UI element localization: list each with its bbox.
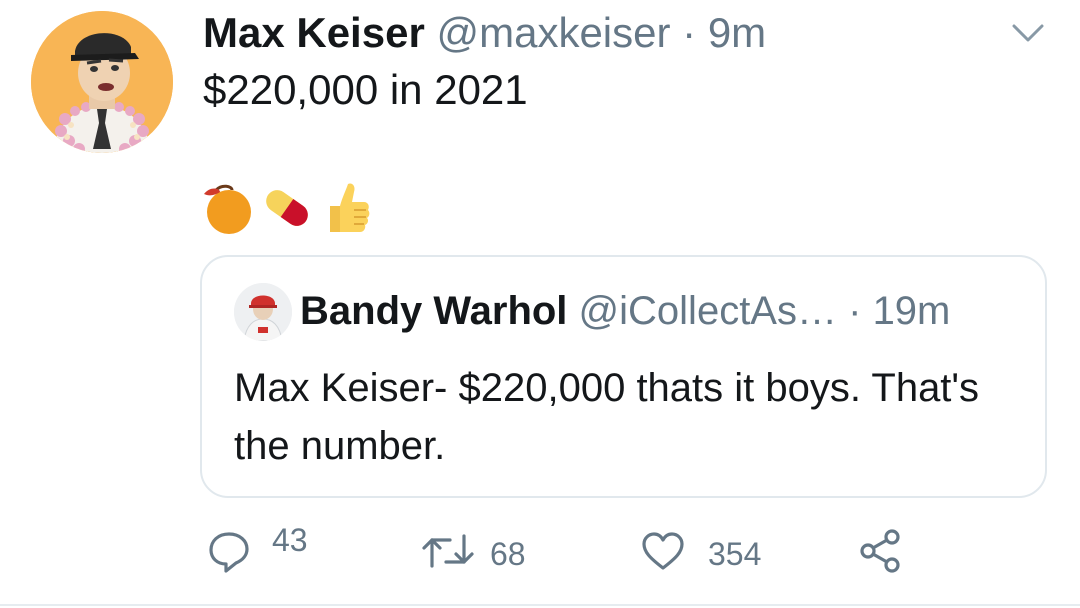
retweet-count: 68 [490, 536, 526, 572]
heart-icon [642, 532, 684, 570]
quote-text: Max Keiser- $220,000 thats it boys. That… [234, 366, 980, 468]
orange-emoji [204, 184, 251, 234]
thumbs-up-emoji [330, 183, 370, 232]
author-handle[interactable]: @maxkeiser [436, 9, 670, 56]
tweet-header: Max Keiser @maxkeiser · 9m [203, 8, 766, 58]
reply-count: 43 [272, 522, 308, 558]
quote-header: Bandy Warhol @iCollectAs… · 19m [300, 287, 950, 335]
like-count: 354 [708, 536, 762, 572]
quote-author-name[interactable]: Bandy Warhol [300, 289, 567, 333]
author-name[interactable]: Max Keiser [203, 9, 425, 56]
tweet[interactable]: Max Keiser @maxkeiser · 9m $220,000 in 2… [0, 0, 1080, 608]
chevron-down-icon [1012, 24, 1044, 42]
share-button[interactable] [858, 528, 908, 580]
author-avatar[interactable] [31, 11, 173, 153]
header-separator: · [682, 9, 697, 56]
tweet-menu-button[interactable] [1008, 20, 1048, 46]
emoji-row [202, 180, 382, 240]
quote-author-handle[interactable]: @iCollectAs… [579, 289, 837, 333]
tweet-text: $220,000 in 2021 [203, 66, 528, 113]
bottom-divider [0, 604, 1080, 606]
avatar-illustration [31, 11, 173, 153]
reply-button[interactable]: 43 [206, 522, 326, 580]
pill-emoji [266, 190, 308, 226]
quote-avatar-illustration [234, 283, 292, 341]
quote-author-avatar[interactable] [234, 283, 292, 341]
quote-header-separator: · [848, 289, 862, 333]
tweet-timestamp[interactable]: 9m [708, 9, 766, 56]
quote-timestamp[interactable]: 19m [873, 289, 951, 333]
retweet-button[interactable]: 68 [420, 528, 540, 580]
reply-icon [209, 532, 249, 573]
share-icon [860, 529, 900, 573]
like-button[interactable]: 354 [640, 528, 770, 580]
retweet-icon [422, 534, 474, 568]
quoted-tweet-card[interactable]: Bandy Warhol @iCollectAs… · 19m Max Keis… [200, 255, 1047, 498]
